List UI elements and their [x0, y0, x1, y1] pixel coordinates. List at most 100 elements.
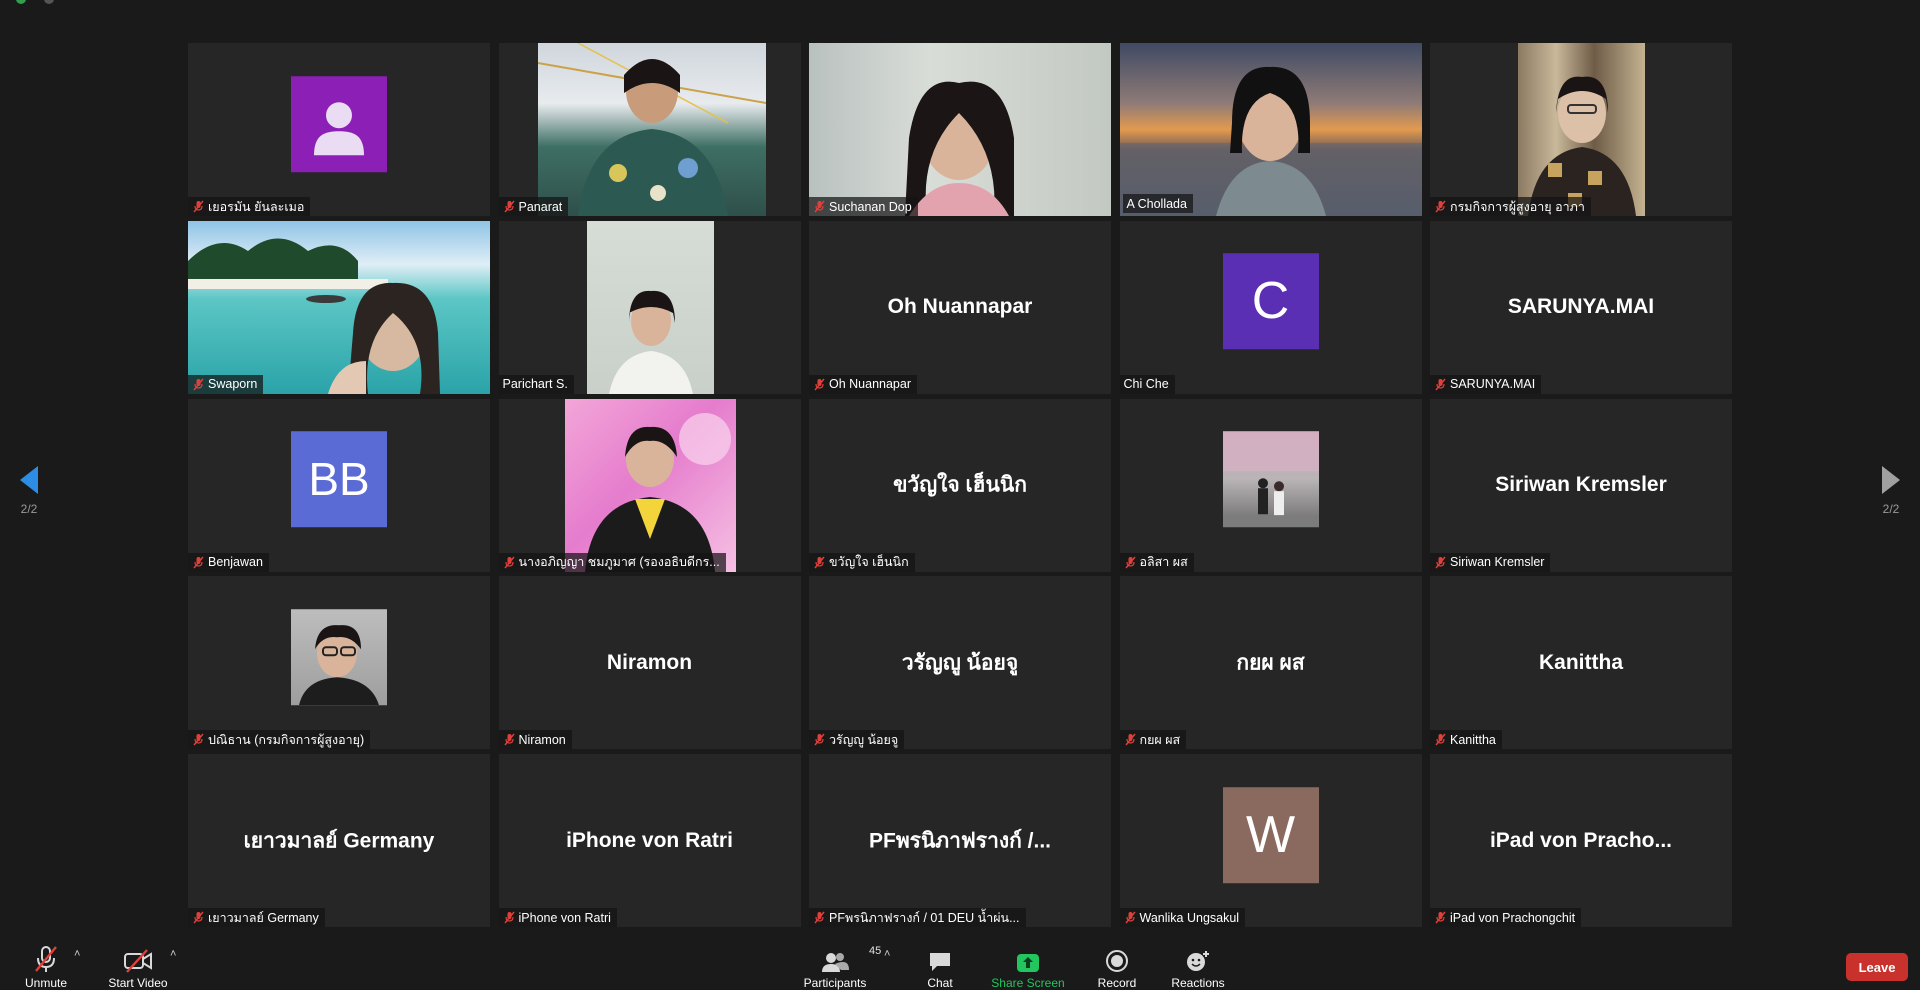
participant-tile[interactable]: กยผ ผส กยผ ผส: [1119, 576, 1422, 750]
participant-name: กยผ ผส: [1139, 732, 1181, 747]
video-off-icon: [124, 949, 152, 973]
reactions-label: Reactions: [1171, 976, 1225, 990]
participant-tile[interactable]: Oh Nuannapar Oh Nuannapar: [809, 220, 1111, 394]
participant-video: [809, 43, 1111, 216]
start-video-button[interactable]: Start Video: [106, 930, 170, 990]
participant-display-name: iPhone von Ratri: [566, 828, 733, 852]
muted-mic-icon: [503, 733, 515, 746]
arrow-right-icon: [1882, 466, 1900, 494]
video-gallery-grid: เยอรมัน ยันละเมอ Panarat Suchanan Dop A …: [188, 43, 1732, 927]
muted-mic-icon: [35, 946, 57, 972]
participant-name: Chi Che: [1123, 377, 1169, 392]
participant-name: Oh Nuannapar: [829, 377, 912, 392]
muted-mic-icon: [1124, 556, 1136, 568]
participant-tile[interactable]: iPad von Pracho... iPad von Prachongchit: [1430, 754, 1732, 927]
participant-tile[interactable]: ขวัญใจ เฮ็นนิก ขวัญใจ เฮ็นนิก: [809, 398, 1111, 572]
nameplate: อลิสา ผส: [1119, 552, 1194, 572]
unmute-label: Unmute: [24, 976, 68, 990]
muted-mic-icon: [193, 200, 204, 213]
muted-mic-icon: [1435, 378, 1446, 391]
muted-mic-icon: [814, 556, 825, 568]
participant-tile[interactable]: Suchanan Dop: [809, 43, 1111, 216]
muted-mic-icon: [1124, 733, 1136, 746]
nameplate: iPhone von Ratri: [498, 908, 617, 927]
participant-tile[interactable]: Panarat: [498, 43, 801, 216]
participant-tile[interactable]: วรัญญู น้อยจู วรัญญู น้อยจู: [809, 576, 1111, 750]
muted-mic-icon: [503, 911, 515, 924]
record-button[interactable]: Record: [1094, 930, 1140, 990]
video-frame: [1119, 66, 1422, 216]
participant-tile[interactable]: กรมกิจการผู้สูงอายุ อาภา: [1430, 43, 1732, 216]
nameplate: Niramon: [498, 730, 572, 750]
reactions-button[interactable]: Reactions: [1170, 930, 1226, 990]
nameplate: Wanlika Ungsakul: [1119, 908, 1246, 927]
start-video-label: Start Video: [108, 976, 168, 990]
video-frame: [584, 412, 731, 572]
arrow-left-icon: [20, 466, 38, 494]
audio-options-chevron-up-icon[interactable]: ˄: [74, 948, 80, 960]
profile-photo: [1222, 431, 1319, 528]
participant-tile[interactable]: Siriwan Kremsler Siriwan Kremsler: [1430, 398, 1732, 572]
profile-photo: [299, 624, 379, 705]
participant-tile[interactable]: นางอภิญญา ชมภูมาศ (รองอธิบดีกร...: [498, 398, 801, 572]
avatar-photo: [291, 608, 387, 705]
participant-tile[interactable]: Parichart S.: [498, 220, 801, 394]
participant-display-name: วรัญญู น้อยจู: [901, 651, 1019, 675]
unmute-button[interactable]: Unmute: [20, 930, 72, 990]
participant-tile[interactable]: Swaporn: [188, 220, 490, 394]
avatar-initials: W: [1245, 805, 1296, 864]
participant-name: นางอภิญญา ชมภูมาศ (รองอธิบดีกร...: [518, 555, 720, 569]
nameplate: Benjawan: [188, 552, 269, 572]
participants-button[interactable]: 45 Participants: [800, 930, 882, 990]
participant-name: กรมกิจการผู้สูงอายุ อาภา: [1450, 199, 1585, 214]
participant-name: Swaporn: [208, 377, 258, 392]
participant-display-name: กยผ ผส: [1236, 651, 1305, 675]
participant-tile[interactable]: เยาวมาลย์ Germany เยาวมาลย์ Germany: [188, 754, 490, 927]
participant-name: ปณิธาน (กรมกิจการผู้สูงอายุ): [208, 732, 365, 747]
nameplate: Panarat: [498, 197, 569, 216]
participant-video: [537, 43, 766, 216]
page-indicator-left: 2/2: [20, 502, 38, 516]
nameplate: กยผ ผส: [1119, 730, 1187, 750]
participant-tile[interactable]: Kanittha Kanittha: [1430, 576, 1732, 750]
participant-tile[interactable]: ปณิธาน (กรมกิจการผู้สูงอายุ): [188, 576, 490, 750]
nameplate: Chi Che: [1119, 374, 1175, 394]
status-dot-icon: [44, 0, 54, 4]
participant-tile[interactable]: iPhone von Ratri iPhone von Ratri: [498, 754, 801, 927]
participant-display-name: Siriwan Kremsler: [1495, 473, 1667, 496]
participants-count: 45: [869, 945, 882, 957]
participant-tile[interactable]: C Chi Che: [1119, 220, 1422, 394]
muted-mic-icon: [193, 733, 204, 746]
muted-mic-icon: [503, 200, 515, 213]
participant-tile[interactable]: อลิสา ผส: [1119, 398, 1422, 572]
nameplate: SARUNYA.MAI: [1430, 374, 1542, 394]
nameplate: กรมกิจการผู้สูงอายุ อาภา: [1430, 197, 1591, 216]
previous-page-control[interactable]: 2/2: [14, 466, 44, 516]
participant-name: วรัญญู น้อยจู: [829, 732, 899, 747]
avatar-initials: BB: [308, 453, 370, 506]
participant-tile[interactable]: PFพรนิภาฟรางก์ /... PFพรนิภาฟรางก์ / 01 …: [809, 754, 1111, 927]
participant-name: A Chollada: [1126, 196, 1187, 211]
video-frame: [1528, 76, 1636, 216]
next-page-control[interactable]: 2/2: [1876, 466, 1906, 516]
participant-tile[interactable]: SARUNYA.MAI SARUNYA.MAI: [1430, 220, 1732, 394]
nameplate: วรัญญู น้อยจู: [809, 730, 905, 750]
nameplate: ปณิธาน (กรมกิจการผู้สูงอายุ): [188, 730, 371, 750]
participant-tile[interactable]: W Wanlika Ungsakul: [1119, 754, 1422, 927]
participant-tile[interactable]: เยอรมัน ยันละเมอ: [188, 43, 490, 216]
participant-display-name: เยาวมาลย์ Germany: [243, 829, 435, 852]
video-options-chevron-up-icon[interactable]: ˄: [170, 948, 176, 960]
participant-name: Panarat: [518, 199, 563, 214]
participant-tile-active-speaker[interactable]: A Chollada: [1119, 43, 1422, 216]
participant-tile[interactable]: BB Benjawan: [188, 398, 490, 572]
participants-options-chevron-up-icon[interactable]: ˄: [884, 948, 890, 960]
leave-button[interactable]: Leave: [1846, 953, 1908, 981]
status-dot-icon: [16, 0, 26, 4]
muted-mic-icon: [1124, 911, 1136, 924]
chat-button[interactable]: Chat: [920, 930, 960, 990]
share-screen-button[interactable]: Share Screen: [990, 930, 1066, 990]
participant-tile[interactable]: Niramon Niramon: [498, 576, 801, 750]
video-frame: [905, 81, 1014, 216]
video-frame: [188, 238, 440, 394]
participant-display-name: Niramon: [606, 650, 693, 674]
